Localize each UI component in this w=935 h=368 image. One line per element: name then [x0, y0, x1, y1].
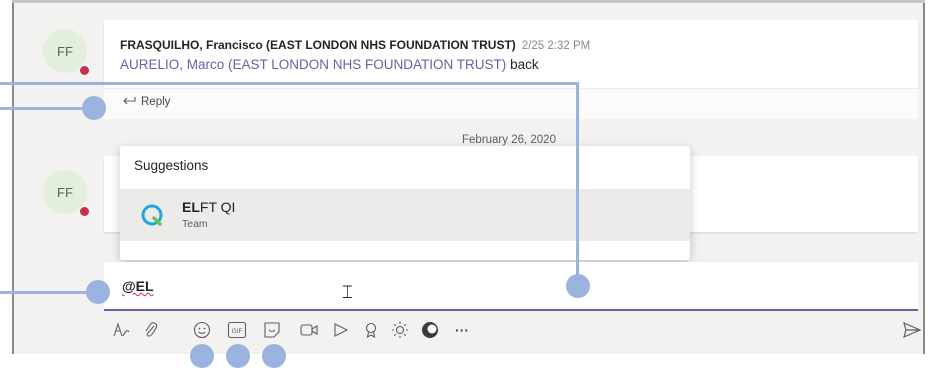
send-icon[interactable]	[902, 320, 922, 340]
message-card	[104, 20, 918, 88]
emoji-icon[interactable]	[192, 320, 212, 340]
avatar-initials: FF	[57, 43, 73, 59]
reply-bar	[104, 88, 918, 119]
attach-icon[interactable]	[141, 320, 161, 340]
compose-toolbar: GIF ···	[104, 313, 918, 349]
date-separator: February 26, 2020	[462, 134, 556, 146]
callout-marker-compose	[566, 274, 590, 298]
reply-arrow-icon	[122, 95, 136, 108]
compose-input-text: @EL	[122, 278, 154, 294]
suggestion-name: ELFT QI	[182, 199, 235, 215]
callout-marker-mention	[86, 280, 110, 304]
reply-button[interactable]: Reply	[122, 95, 170, 108]
message-author[interactable]: FRASQUILHO, Francisco (EAST LONDON NHS F…	[120, 38, 516, 52]
presence-busy-icon	[78, 64, 91, 77]
format-icon[interactable]	[112, 320, 132, 340]
avatar-initials: FF	[57, 184, 73, 200]
callout-line	[576, 82, 579, 284]
suggestions-title: Suggestions	[134, 158, 209, 173]
callout-marker-gif	[226, 344, 250, 368]
brightness-icon[interactable]	[390, 320, 410, 340]
top-divider	[12, 0, 925, 3]
suggestion-subtitle: Team	[182, 218, 208, 230]
message-text: back	[510, 57, 539, 72]
suggestion-item[interactable]: ELFT QI Team	[120, 189, 690, 241]
callout-line	[0, 291, 94, 294]
suggestion-name-rest: FT QI	[199, 199, 236, 215]
callout-marker-reply	[82, 96, 106, 120]
mention-link[interactable]: AURELIO, Marco (EAST LONDON NHS FOUNDATI…	[120, 57, 506, 72]
compose-input[interactable]: @EL	[122, 278, 154, 294]
callout-marker-sticker	[262, 344, 286, 368]
meet-now-icon[interactable]	[299, 320, 319, 340]
message-header: FRASQUILHO, Francisco (EAST LONDON NHS F…	[120, 38, 590, 52]
reply-label: Reply	[141, 95, 171, 108]
compose-box[interactable]	[104, 262, 918, 311]
sticker-icon[interactable]	[262, 320, 282, 340]
suggestion-name-match: EL	[182, 199, 200, 215]
gif-icon[interactable]: GIF	[227, 320, 247, 340]
callout-line	[0, 107, 94, 110]
text-cursor-icon: ⌶	[342, 282, 353, 303]
svg-text:GIF: GIF	[232, 328, 243, 335]
app-icon[interactable]	[420, 320, 440, 340]
message-timestamp: 2/25 2:32 PM	[521, 40, 591, 52]
suggestions-popup: Suggestions ELFT QI Team	[120, 146, 690, 260]
callout-line	[0, 82, 578, 85]
stream-icon[interactable]	[331, 320, 351, 340]
presence-busy-icon	[78, 205, 91, 218]
more-options-icon[interactable]: ···	[452, 320, 472, 340]
team-logo-icon	[141, 204, 163, 226]
callout-marker-emoji	[190, 344, 214, 368]
message-body: AURELIO, Marco (EAST LONDON NHS FOUNDATI…	[120, 57, 539, 72]
praise-icon[interactable]	[361, 320, 381, 340]
